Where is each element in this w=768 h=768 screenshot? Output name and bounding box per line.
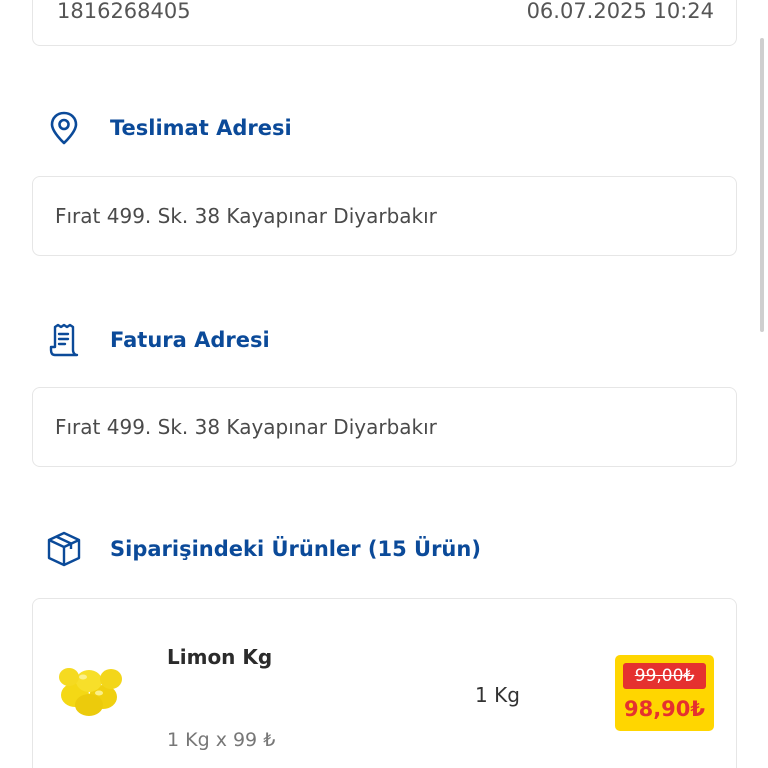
lemon-product-image [53, 659, 129, 719]
old-price: 99,00₺ [623, 663, 706, 689]
ordered-products-title: Siparişindeki Ürünler (15 Ürün) [110, 537, 481, 561]
price-badge: 99,00₺ 98,90₺ [615, 655, 714, 731]
ordered-products-header: Siparişindeki Ürünler (15 Ürün) [44, 529, 481, 569]
invoice-address-text: Fırat 499. Sk. 38 Kayapınar Diyarbakır [55, 415, 437, 439]
delivery-address-text: Fırat 499. Sk. 38 Kayapınar Diyarbakır [55, 204, 437, 228]
location-pin-icon [44, 108, 84, 148]
order-summary-card: 1816268405 06.07.2025 10:24 [32, 0, 737, 46]
delivery-address-card: Fırat 499. Sk. 38 Kayapınar Diyarbakır [32, 176, 737, 256]
product-name: Limon Kg [167, 645, 273, 669]
package-box-icon [44, 529, 84, 569]
product-item-card[interactable]: Limon Kg 1 Kg 1 Kg x 99 ₺ 99,00₺ 98,90₺ [32, 598, 737, 768]
invoice-address-header: Fatura Adresi [44, 320, 270, 360]
product-quantity: 1 Kg [475, 683, 520, 707]
invoice-address-card: Fırat 499. Sk. 38 Kayapınar Diyarbakır [32, 387, 737, 467]
discounted-price: 98,90₺ [623, 697, 706, 721]
receipt-icon [44, 320, 84, 360]
scrollbar[interactable] [760, 38, 764, 332]
delivery-address-header: Teslimat Adresi [44, 108, 292, 148]
order-number: 1816268405 [57, 0, 191, 23]
order-date: 06.07.2025 10:24 [526, 0, 714, 23]
product-unit-price: 1 Kg x 99 ₺ [167, 729, 276, 751]
delivery-address-title: Teslimat Adresi [110, 116, 292, 140]
invoice-address-title: Fatura Adresi [110, 328, 270, 352]
